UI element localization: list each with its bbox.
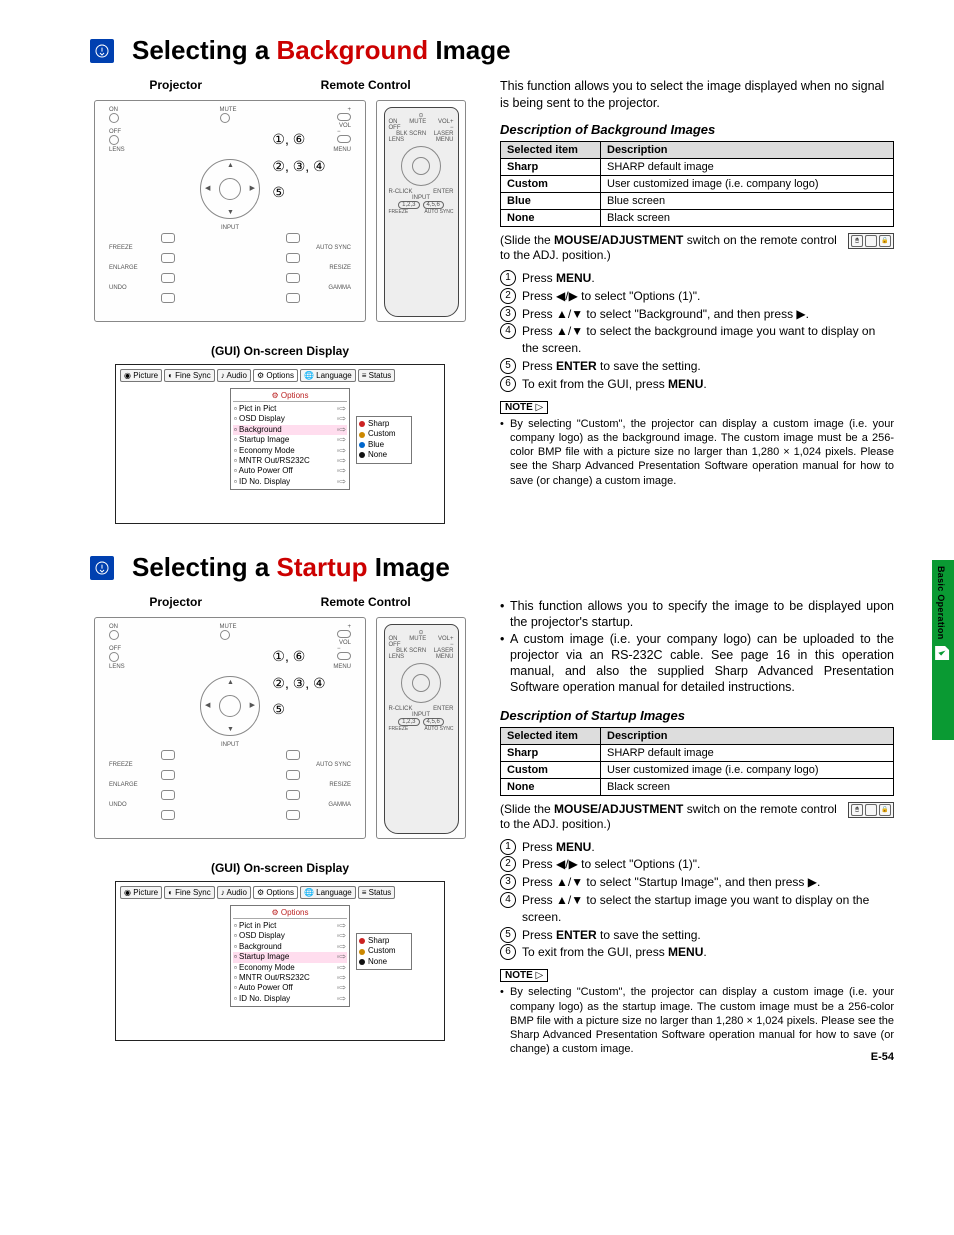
section-title: Selecting a Background Image <box>132 35 511 66</box>
remote-diagram: ⊙ ONMUTEVOL+ OFF− BLK SCRNLASER LENSMENU… <box>384 107 459 317</box>
step-item: Press MENU. <box>500 839 894 856</box>
section-icon <box>90 556 114 580</box>
osd-title: (GUI) On-screen Display <box>90 344 470 358</box>
osd-screenshot: ◉ Picture◐ Fine Sync♪ Audio⚙ Options🌐 La… <box>115 364 445 524</box>
remote-label: Remote Control <box>321 595 411 609</box>
section-icon <box>90 39 114 63</box>
step-list: Press MENU.Press ◀/▶ to select "Options … <box>500 270 894 393</box>
step-item: To exit from the GUI, press MENU. <box>500 944 894 961</box>
intro-bullet: This function allows you to specify the … <box>500 598 894 631</box>
description-table: Selected itemDescriptionSharpSHARP defau… <box>500 727 894 796</box>
step-list: Press MENU.Press ◀/▶ to select "Options … <box>500 839 894 962</box>
desc-heading: Description of Background Images <box>500 122 894 137</box>
description-table: Selected itemDescriptionSharpSHARP defau… <box>500 141 894 227</box>
page-number: E-54 <box>871 1051 894 1063</box>
step-item: Press ▲/▼ to select the startup image yo… <box>500 892 894 926</box>
switch-icon: 🖱🔒 <box>848 233 894 249</box>
projector-label: Projector <box>149 78 202 92</box>
slide-note: 🖱🔒 (Slide the MOUSE/ADJUSTMENT switch on… <box>500 233 894 264</box>
note-label: NOTE <box>500 401 548 414</box>
note-item: By selecting "Custom", the projector can… <box>500 417 894 488</box>
step-item: Press ◀/▶ to select "Options (1)". <box>500 856 894 873</box>
step-item: To exit from the GUI, press MENU. <box>500 376 894 393</box>
remote-diagram: ⊙ ONMUTEVOL+ OFF− BLK SCRNLASER LENSMENU… <box>384 624 459 834</box>
step-item: Press ENTER to save the setting. <box>500 358 894 375</box>
section-title: Selecting a Startup Image <box>132 552 450 583</box>
step-item: Press ▲/▼ to select the background image… <box>500 323 894 357</box>
step-item: Press ◀/▶ to select "Options (1)". <box>500 288 894 305</box>
switch-icon: 🖱🔒 <box>848 802 894 818</box>
step-callouts: ①, ⑥②, ③, ④⑤ <box>272 126 325 206</box>
osd-screenshot: ◉ Picture◐ Fine Sync♪ Audio⚙ Options🌐 La… <box>115 881 445 1041</box>
note-item: By selecting "Custom", the projector can… <box>500 985 894 1056</box>
step-item: Press MENU. <box>500 270 894 287</box>
projector-label: Projector <box>149 595 202 609</box>
step-item: Press ENTER to save the setting. <box>500 927 894 944</box>
slide-note: 🖱🔒 (Slide the MOUSE/ADJUSTMENT switch on… <box>500 802 894 833</box>
remote-label: Remote Control <box>321 78 411 92</box>
step-item: Press ▲/▼ to select "Startup Image", and… <box>500 874 894 891</box>
note-label: NOTE <box>500 969 548 982</box>
intro-paragraph: This function allows you to select the i… <box>500 78 894 112</box>
side-tab-label: Basic Operation <box>932 560 950 640</box>
desc-heading: Description of Startup Images <box>500 708 894 723</box>
step-callouts: ①, ⑥②, ③, ④⑤ <box>272 643 325 723</box>
osd-title: (GUI) On-screen Display <box>90 861 470 875</box>
step-item: Press ▲/▼ to select "Background", and th… <box>500 306 894 323</box>
side-tab: Basic Operation <box>932 560 954 740</box>
intro-bullet: A custom image (i.e. your company logo) … <box>500 631 894 696</box>
